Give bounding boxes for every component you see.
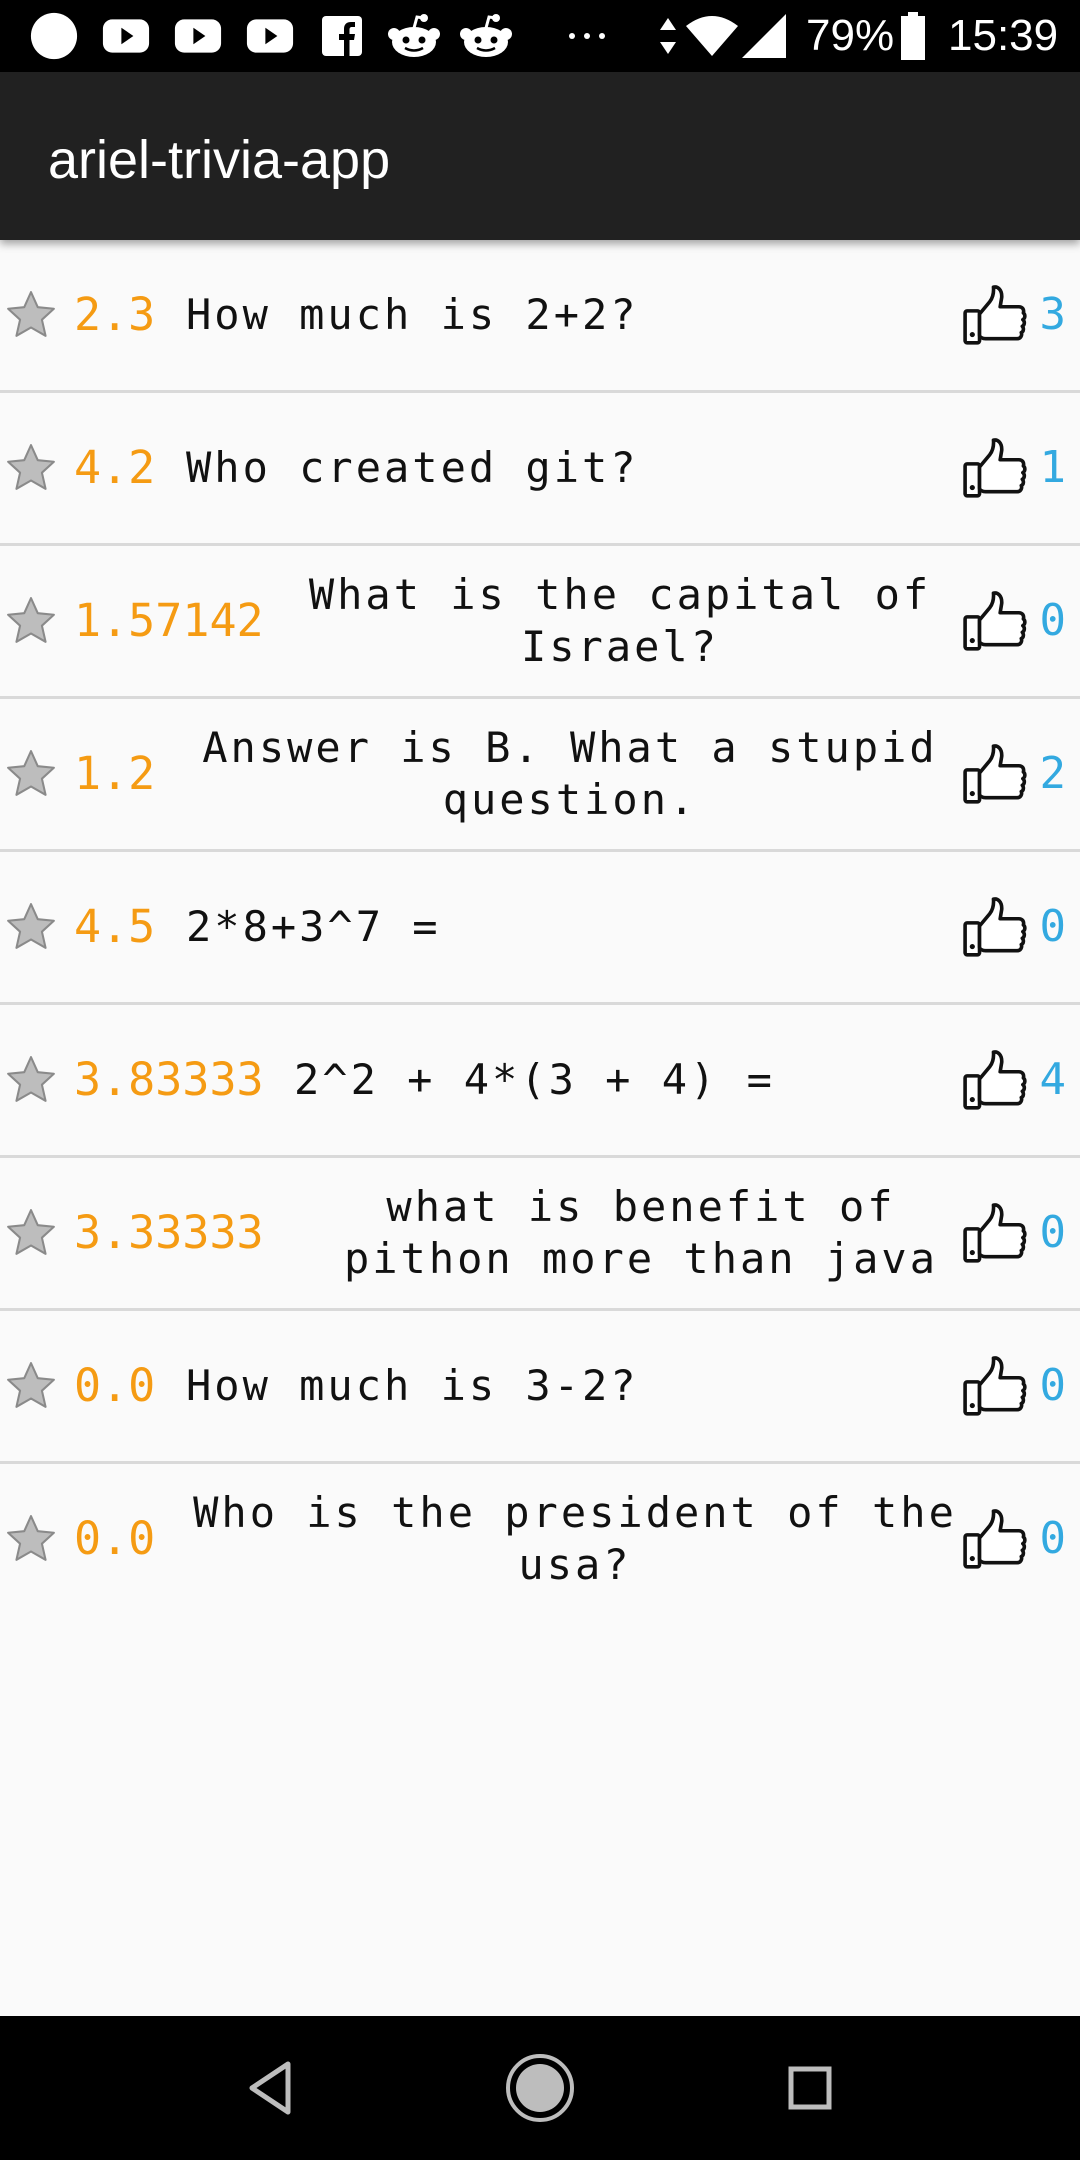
like-count: 0: [1039, 1360, 1067, 1411]
question-text: 2*8+3^7 =: [186, 902, 441, 951]
thumbs-up-icon[interactable]: [962, 1506, 1028, 1572]
question-rating: 4.5: [74, 900, 156, 953]
question-rating: 1.57142: [74, 594, 264, 647]
star-icon[interactable]: [5, 1513, 57, 1565]
status-bar: 79% 15:39: [0, 0, 1080, 72]
question-rating: 3.33333: [74, 1206, 264, 1259]
navigation-bar: [0, 2016, 1080, 2160]
question-rating: 1.2: [74, 747, 156, 800]
list-item[interactable]: 1.2 Answer is B. What a stupid question.…: [0, 699, 1080, 852]
list-item[interactable]: 3.33333 what is benefit of pithon more t…: [0, 1158, 1080, 1311]
question-text: What is the capital of Israel?: [308, 570, 932, 671]
app-bar: ariel-trivia-app: [0, 72, 1080, 240]
star-icon[interactable]: [5, 289, 57, 341]
thumbs-up-icon[interactable]: [962, 1353, 1028, 1419]
star-icon[interactable]: [5, 595, 57, 647]
question-list[interactable]: 2.3 How much is 2+2? 3 4.2 Who created g…: [0, 240, 1080, 1614]
like-count: 0: [1039, 1513, 1067, 1564]
thumbs-up-icon[interactable]: [962, 1200, 1028, 1266]
circle-icon: [30, 12, 78, 60]
thumbs-up-icon[interactable]: [962, 894, 1028, 960]
thumbs-up-icon[interactable]: [962, 435, 1028, 501]
recents-icon[interactable]: [774, 2052, 846, 2124]
thumbs-up-icon[interactable]: [962, 1047, 1028, 1113]
battery-icon: [901, 12, 925, 60]
more-icon: [569, 33, 605, 39]
question-text: Who created git?: [186, 443, 639, 492]
question-rating: 0.0: [74, 1512, 156, 1565]
wifi-icon: [686, 16, 738, 56]
like-count: 0: [1039, 1207, 1067, 1258]
question-rating: 3.83333: [74, 1053, 264, 1106]
home-icon[interactable]: [504, 2052, 576, 2124]
star-icon[interactable]: [5, 1207, 57, 1259]
thumbs-up-icon[interactable]: [962, 588, 1028, 654]
star-icon[interactable]: [5, 442, 57, 494]
reddit-icon: [388, 14, 440, 57]
list-item[interactable]: 4.5 2*8+3^7 = 0: [0, 852, 1080, 1005]
like-count: 0: [1039, 901, 1067, 952]
like-count: 3: [1039, 289, 1067, 340]
facebook-icon: [322, 16, 362, 56]
list-item[interactable]: 3.83333 2^2 + 4*(3 + 4) = 4: [0, 1005, 1080, 1158]
star-icon[interactable]: [5, 901, 57, 953]
star-icon[interactable]: [5, 1360, 57, 1412]
app-title: ariel-trivia-app: [48, 130, 391, 190]
like-count: 2: [1039, 748, 1067, 799]
youtube-icon: [174, 19, 222, 53]
list-item[interactable]: 0.0 How much is 3-2? 0: [0, 1311, 1080, 1464]
question-text: Who is the president of the usa?: [193, 1488, 957, 1589]
reddit-icon: [460, 14, 512, 57]
list-item[interactable]: 2.3 How much is 2+2? 3: [0, 240, 1080, 393]
youtube-icon: [246, 19, 294, 53]
list-item[interactable]: 4.2 Who created git? 1: [0, 393, 1080, 546]
question-rating: 4.2: [74, 441, 156, 494]
thumbs-up-icon[interactable]: [962, 741, 1028, 807]
question-text: How much is 3-2?: [186, 1361, 639, 1410]
star-icon[interactable]: [5, 748, 57, 800]
youtube-icon: [102, 19, 150, 53]
battery-percent: 79%: [806, 11, 895, 60]
list-item[interactable]: 0.0 Who is the president of the usa? 0: [0, 1464, 1080, 1614]
question-text: what is benefit of pithon more than java: [343, 1182, 938, 1283]
list-item[interactable]: 1.57142 What is the capital of Israel? 0: [0, 546, 1080, 699]
data-arrows-icon: [660, 18, 676, 54]
like-count: 4: [1039, 1054, 1067, 1105]
question-rating: 0.0: [74, 1359, 156, 1412]
like-count: 1: [1039, 442, 1067, 493]
question-text: How much is 2+2?: [186, 290, 639, 339]
signal-icon: [742, 14, 786, 58]
question-rating: 2.3: [74, 288, 156, 341]
question-text: Answer is B. What a stupid question.: [202, 723, 938, 824]
thumbs-up-icon[interactable]: [962, 282, 1028, 348]
back-icon[interactable]: [234, 2052, 306, 2124]
star-icon[interactable]: [5, 1054, 57, 1106]
clock: 15:39: [948, 11, 1059, 60]
question-text: 2^2 + 4*(3 + 4) =: [294, 1055, 775, 1104]
like-count: 0: [1039, 595, 1067, 646]
